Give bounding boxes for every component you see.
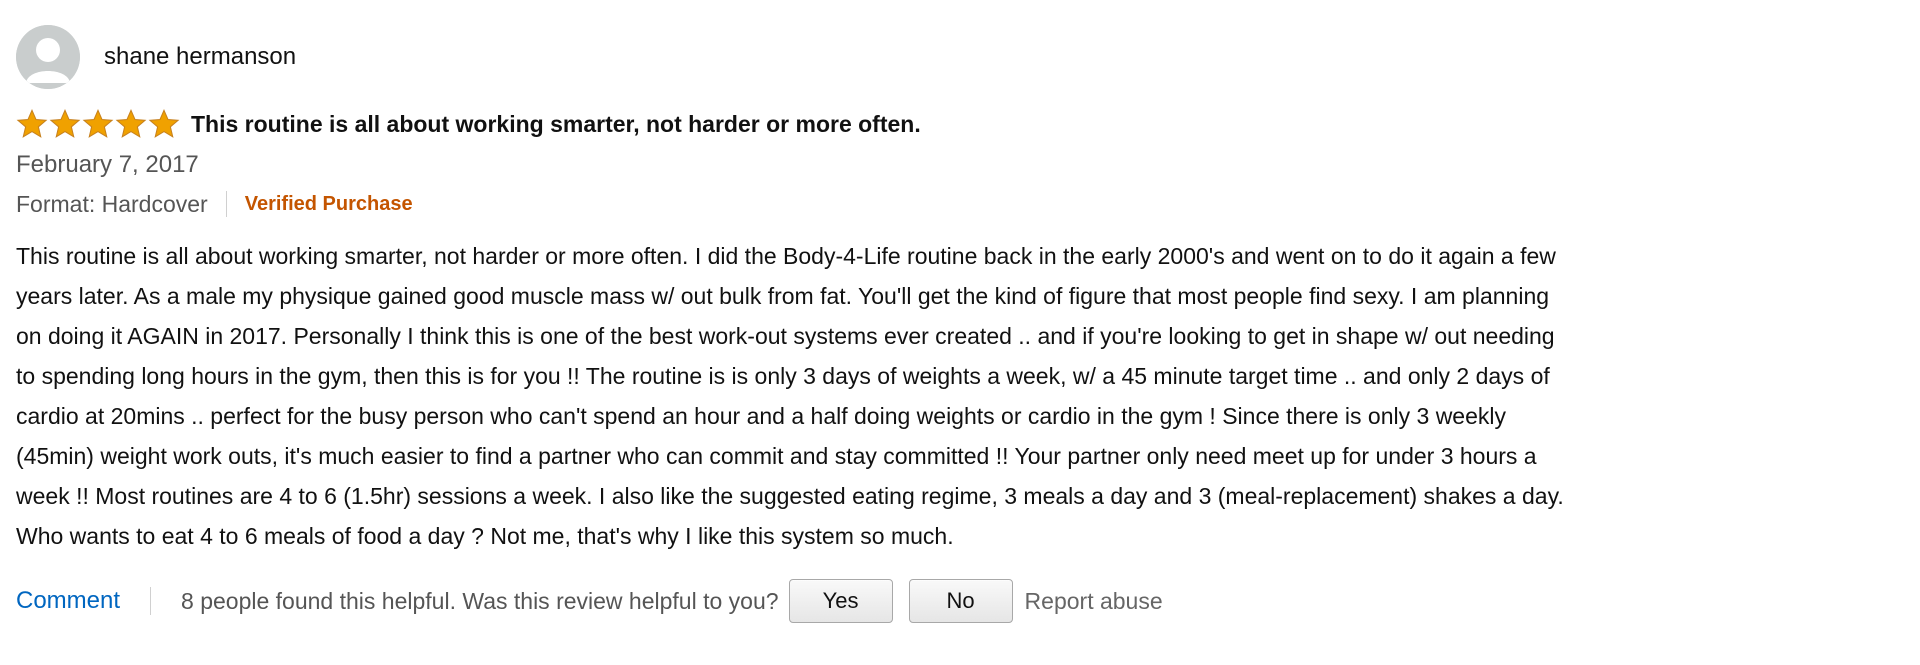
review-body-line: cardio at 20mins .. perfect for the busy… bbox=[16, 403, 1507, 429]
reviewer-name[interactable]: shane hermanson bbox=[104, 43, 296, 71]
star-rating[interactable] bbox=[16, 109, 181, 139]
star-icon bbox=[49, 109, 81, 138]
helpful-no-button[interactable]: No bbox=[908, 579, 1013, 623]
review-footer: Comment 8 people found this helpful. Was… bbox=[16, 576, 1906, 626]
helpful-count-text: 8 people found this helpful. Was this re… bbox=[181, 587, 779, 614]
comment-link[interactable]: Comment bbox=[16, 587, 120, 615]
reviewer-profile[interactable]: shane hermanson bbox=[16, 24, 1906, 90]
review-body-line: to spending long hours in the gym, then … bbox=[16, 363, 1550, 389]
format-row: Format: Hardcover Verified Purchase bbox=[16, 184, 1906, 224]
review-body-line: on doing it AGAIN in 2017. Personally I … bbox=[16, 323, 1555, 349]
divider bbox=[225, 191, 227, 217]
customer-review: shane hermanson This routine is all abou… bbox=[16, 24, 1906, 626]
helpful-yes-button[interactable]: Yes bbox=[788, 579, 893, 623]
default-user-avatar-icon bbox=[16, 25, 80, 89]
star-icon bbox=[115, 109, 147, 138]
format-label[interactable]: Format: Hardcover bbox=[16, 191, 208, 218]
star-icon bbox=[16, 109, 48, 138]
review-body-line: Who wants to eat 4 to 6 meals of food a … bbox=[16, 523, 954, 549]
person-silhouette-icon bbox=[16, 25, 80, 89]
review-body-line: This routine is all about working smarte… bbox=[16, 243, 1556, 269]
divider bbox=[150, 587, 152, 615]
star-icon bbox=[148, 109, 180, 138]
review-date: February 7, 2017 bbox=[16, 151, 199, 178]
review-title[interactable]: This routine is all about working smarte… bbox=[191, 111, 921, 138]
star-icon bbox=[82, 109, 114, 138]
verified-purchase-badge[interactable]: Verified Purchase bbox=[245, 193, 413, 216]
review-title-row: This routine is all about working smarte… bbox=[16, 106, 1906, 142]
review-body-line: years later. As a male my physique gaine… bbox=[16, 283, 1550, 309]
review-body: This routine is all about working smarte… bbox=[16, 236, 1906, 556]
review-body-line: week !! Most routines are 4 to 6 (1.5hr)… bbox=[16, 483, 1564, 509]
report-abuse-link[interactable]: Report abuse bbox=[1025, 588, 1163, 615]
review-body-line: (45min) weight work outs, it's much easi… bbox=[16, 443, 1537, 469]
